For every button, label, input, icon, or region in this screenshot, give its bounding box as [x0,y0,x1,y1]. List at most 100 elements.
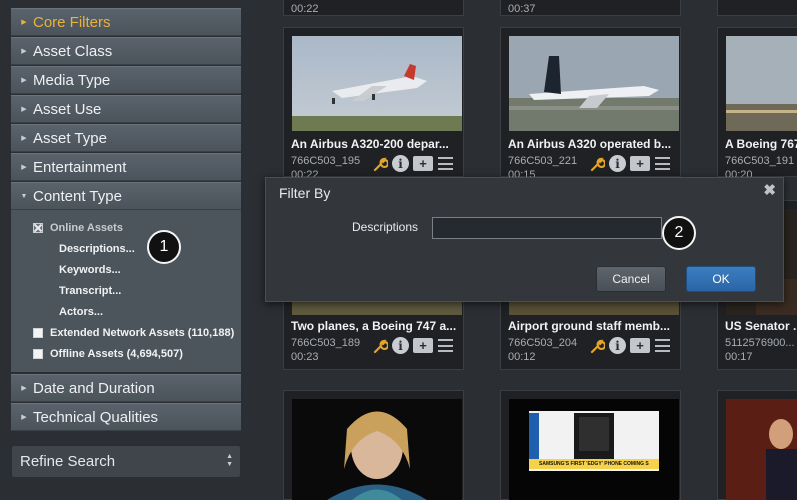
extended-network-checkbox[interactable] [33,328,43,338]
card-duration: 00:22 [291,3,319,15]
facet-label: Asset Use [33,100,102,118]
card-title[interactable]: A Boeing 767 ... [725,137,797,151]
video-thumbnail[interactable] [509,36,679,131]
wrench-icon[interactable] [372,156,388,172]
online-assets-label: Online Assets [50,222,123,234]
transcript-link[interactable]: Transcript... [59,285,121,297]
facet-label: Technical Qualities [33,408,159,426]
video-thumbnail[interactable]: SAMSUNG'S FIRST 'EDGY' PHONE COMING SOON [509,399,679,500]
add-to-folder-icon[interactable]: + [630,156,650,171]
result-card[interactable] [283,390,464,500]
caret-right-icon: ▶ [21,77,27,84]
facet-date-duration[interactable]: ▶ Date and Duration [11,374,241,402]
card-title[interactable]: An Airbus A320-200 depar... [291,137,459,151]
facet-asset-class[interactable]: ▶ Asset Class [11,37,241,65]
online-assets-option[interactable]: Online Assets [33,222,123,234]
info-icon[interactable]: i [392,155,409,172]
offline-assets-label: Offline Assets (4,694,507) [50,348,183,360]
card-duration: 00:12 [508,351,536,363]
card-duration: 00:23 [291,351,319,363]
card-title[interactable]: Two planes, a Boeing 747 a... [291,319,459,333]
menu-icon[interactable] [437,157,453,170]
result-card[interactable]: An Airbus A320-200 depar... 766C503_195 … [283,27,464,181]
card-asset-id: 766C503_221 [508,155,578,167]
caret-right-icon: ▶ [21,385,27,392]
info-icon[interactable]: i [392,337,409,354]
facet-entertainment[interactable]: ▶ Entertainment [11,153,241,181]
video-thumbnail[interactable] [292,399,462,500]
card-toolbar: i + [589,337,670,354]
menu-icon[interactable] [654,157,670,170]
result-card[interactable] [717,390,797,500]
facet-label: Date and Duration [33,379,155,397]
add-to-folder-icon[interactable]: + [413,156,433,171]
card-title[interactable]: US Senator ... [725,319,797,333]
card-duration: 00:37 [508,3,536,15]
descriptions-label: Descriptions [352,220,419,234]
result-card[interactable]: An Airbus A320 operated b... 766C503_221… [500,27,681,181]
card-toolbar: i + [372,155,453,172]
facet-technical-qualities[interactable]: ▶ Technical Qualities [11,403,241,431]
add-to-folder-icon[interactable]: + [413,338,433,353]
offline-assets-checkbox[interactable] [33,349,43,359]
video-thumbnail[interactable] [726,36,797,131]
actors-link[interactable]: Actors... [59,306,103,318]
close-icon[interactable]: ✖ [763,181,776,199]
card-asset-id: 766C503_195 [291,155,361,167]
add-to-folder-icon[interactable]: + [630,338,650,353]
card-asset-id: 766C503_204 [508,337,578,349]
card-asset-id: 5112576900... [725,337,795,349]
caret-right-icon: ▶ [21,48,27,55]
filter-sidebar: ▶ Core Filters ▶ Asset Class ▶ Media Typ… [0,0,250,491]
ok-button[interactable]: OK [686,266,756,292]
extended-network-label: Extended Network Assets (110,188) [50,327,235,339]
facet-content-type[interactable]: ▼ Content Type [11,182,241,210]
menu-icon[interactable] [654,339,670,352]
cancel-button[interactable]: Cancel [596,266,666,292]
offline-assets-option[interactable]: Offline Assets (4,694,507) [33,348,183,360]
facet-label: Asset Class [33,42,113,60]
card-title[interactable]: An Airbus A320 operated b... [508,137,676,151]
card-asset-id: 766C503_191 [725,155,795,167]
card-toolbar: i + [589,155,670,172]
card-title[interactable]: Airport ground staff memb... [508,319,676,333]
card-asset-id: 766C503_189 [291,337,361,349]
facet-media-type[interactable]: ▶ Media Type [11,66,241,94]
video-thumbnail[interactable] [726,399,797,500]
refine-search-select[interactable]: Refine Search ▲ ▼ [11,445,241,478]
facet-label: Entertainment [33,158,127,176]
online-assets-checkbox[interactable] [33,223,43,233]
result-card-partial[interactable]: 00:22 [283,0,464,16]
filter-by-dialog: Filter By ✖ Descriptions Cancel OK [265,177,784,302]
facet-label: Content Type [33,187,122,205]
info-icon[interactable]: i [609,155,626,172]
facet-label: Media Type [33,71,111,89]
descriptions-input[interactable] [432,217,662,239]
result-card[interactable]: A Boeing 767 ... 766C503_191 00:20 [717,27,797,181]
menu-icon[interactable] [437,339,453,352]
dialog-title: Filter By [279,185,331,201]
caret-right-icon: ▶ [21,19,27,26]
facet-label: Asset Type [33,129,107,147]
result-card[interactable]: SAMSUNG'S FIRST 'EDGY' PHONE COMING SOON [500,390,681,500]
info-icon[interactable]: i [609,337,626,354]
keywords-link[interactable]: Keywords... [59,264,121,276]
facet-core-filters[interactable]: ▶ Core Filters [11,8,241,36]
result-card-partial[interactable] [717,0,797,16]
wrench-icon[interactable] [589,156,605,172]
result-card-partial[interactable]: 00:37 [500,0,681,16]
wrench-icon[interactable] [589,338,605,354]
thumbnail-caption: SAMSUNG'S FIRST 'EDGY' PHONE COMING SOON [539,461,649,467]
extended-network-option[interactable]: Extended Network Assets (110,188) [33,327,234,339]
caret-right-icon: ▶ [21,164,27,171]
caret-right-icon: ▶ [21,135,27,142]
facet-asset-type[interactable]: ▶ Asset Type [11,124,241,152]
callout-marker: 2 [662,216,696,250]
wrench-icon[interactable] [372,338,388,354]
video-thumbnail[interactable] [292,36,462,131]
descriptions-link[interactable]: Descriptions... [59,243,135,255]
callout-marker: 1 [147,230,181,264]
facet-label: Core Filters [33,13,111,31]
facet-asset-use[interactable]: ▶ Asset Use [11,95,241,123]
caret-right-icon: ▶ [21,414,27,421]
